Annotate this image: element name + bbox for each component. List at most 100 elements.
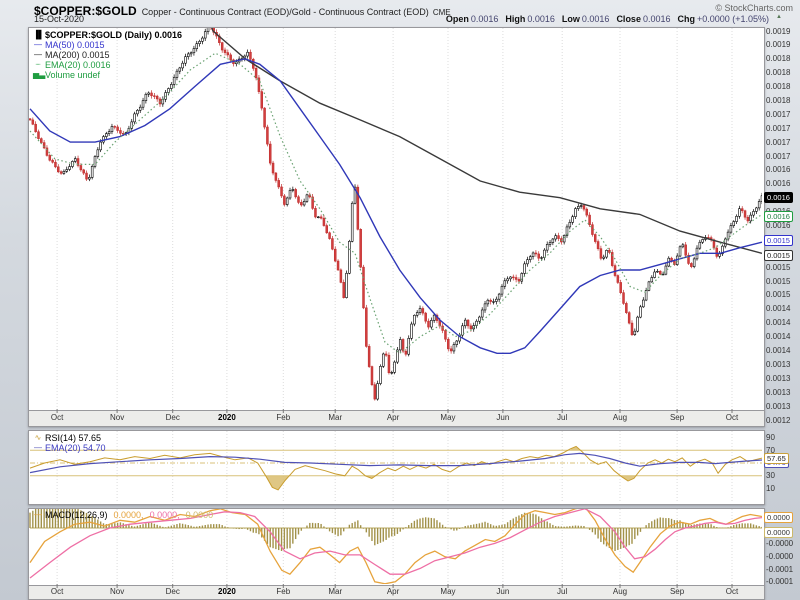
price-axis-label: 0.0019 [766,26,791,36]
stockcharts-chart-page: { "header": { "symbol": "$COPPER:$GOLD",… [0,0,800,600]
price-axis-label: 0.0015 [766,262,791,272]
rsi-axis-label: 10 [766,484,775,494]
change-up-arrow-icon: ▲ [776,14,782,20]
legend-label: EMA(20) 0.0016 [45,60,111,70]
price-axis-label: 0.0018 [766,82,791,92]
rsi-panel [28,430,765,505]
date-axis-label: Aug [612,586,628,596]
price-legend: ▐▌ $COPPER:$GOLD (Daily) 0.0016— MA(50) 0.… [33,30,182,80]
date-axis-label: Apr [386,586,400,596]
quote-value: 0.0016 [581,14,610,24]
macd-axis-label: -0.0000 [766,538,794,548]
date-axis-label: Sep [669,412,685,422]
squiggle-icon: ∿ [34,433,42,442]
legend-label: RSI(14) 57.65 [45,433,102,443]
line-dash-icon: — [34,443,42,452]
chart-date: 15-Oct-2020 [34,14,85,24]
date-axis-label: Oct [50,586,64,596]
date-axis-label: Mar [328,586,343,596]
price-axis-label: 0.0013 [766,359,791,369]
quote-item: Close 0.0016 [616,14,670,24]
rsi-axis-label: 30 [766,471,775,481]
date-axis-label: Jul [557,586,568,596]
price-axis-label: 0.0013 [766,373,791,383]
macd-value: 0.0000, [149,510,180,520]
legend-row: ∿ RSI(14) 57.65 [33,433,106,443]
date-axis-label: Jun [496,412,510,422]
price-axis-label: 0.0013 [766,387,791,397]
axis-value-marker: 0.0000 [764,526,793,538]
legend-row: ┈ EMA(20) 0.0016 [33,60,182,70]
price-axis-label: 0.0018 [766,95,791,105]
quote-label: High [505,14,526,24]
date-axis-label: Nov [109,586,125,596]
date-axis-label: 2020 [218,412,236,422]
date-axis-label: Feb [276,412,291,422]
price-panel [28,27,765,427]
quote-item: Chg +0.0000 (+1.05%) [677,14,769,24]
quote-label: Close [616,14,641,24]
candlestick-icon: ▐▌ [33,30,45,39]
legend-label: MACD(12,26,9) [45,510,108,520]
legend-row: ▅▃ Volume undef [33,70,182,80]
legend-label: Volume undef [45,70,101,80]
price-axis-label: 0.0014 [766,318,791,328]
line-dash-icon: — [34,50,42,59]
legend-row: — MA(200) 0.0015 [33,50,182,60]
date-axis-label: Mar [328,412,343,422]
axis-value-marker: 57.65 [764,453,789,465]
quote-item: Low 0.0016 [562,14,610,24]
date-axis-label: May [440,586,456,596]
quote-item: High 0.0016 [505,14,555,24]
date-axis-label: Dec [165,412,180,422]
price-axis-label: 0.0015 [766,276,791,286]
quote-label: Chg [677,14,695,24]
volume-bars-icon: ▅▃ [33,70,46,79]
legend-row: — EMA(20) 54.70 [33,443,106,453]
quote-value: +0.0000 (+1.05%) [696,14,770,24]
date-axis-label: 2020 [218,586,236,596]
dotted-line-icon: ┈ [35,60,41,69]
price-axis-label: 0.0018 [766,54,791,64]
price-axis-label: 0.0017 [766,109,791,119]
axis-value-marker: 0.0016 [764,211,793,223]
quote-value: 0.0016 [642,14,671,24]
quote-label: Low [561,14,580,24]
price-axis-label: 0.0018 [766,68,791,78]
legend-row: — MA(50) 0.0015 [33,40,182,50]
date-axis-label: Nov [109,412,125,422]
macd-axis-label: -0.0001 [766,577,794,587]
legend-label: MA(200) 0.0015 [45,50,110,60]
price-axis-label: 0.0016 [766,179,791,189]
price-axis-label: 0.0014 [766,304,791,314]
chart-header: $COPPER:$GOLD Copper - Continuous Contrac… [34,2,796,18]
quote-item: Open 0.0016 [446,14,499,24]
price-axis-label: 0.0017 [766,123,791,133]
macd-value: 0.0000 [185,510,214,520]
rsi-axis-label: 90 [766,432,775,442]
quote-value: 0.0016 [527,14,555,24]
price-axis-label: 0.0014 [766,332,791,342]
price-axis-label: 0.0016 [766,165,791,175]
macd-axis-label: -0.0001 [766,564,794,574]
date-axis-label: Oct [50,412,64,422]
price-axis-label: 0.0019 [766,40,791,50]
axis-value-marker: 0.0016 [764,191,793,203]
legend-row: — MACD(12,26,9) 0.0000, 0.0000, 0.0000 [33,510,213,520]
rsi-legend: ∿ RSI(14) 57.65— EMA(20) 54.70 [33,433,106,453]
price-axis-label: 0.0014 [766,346,791,356]
price-axis-label: 0.0013 [766,401,791,411]
axis-value-marker: 0.0015 [764,249,793,261]
macd-value: 0.0000, [113,510,144,520]
price-axis-label: 0.0012 [766,415,791,425]
date-axis-label: Apr [386,412,400,422]
price-axis-label: 0.0017 [766,137,791,147]
axis-value-marker: 0.0000 [764,511,793,523]
macd-axis-label: -0.0000 [766,551,794,561]
legend-label: EMA(20) 54.70 [45,443,106,453]
legend-label: $COPPER:$GOLD (Daily) 0.0016 [45,30,183,40]
date-axis-label: Aug [612,412,628,422]
date-axis-label: Feb [276,586,291,596]
date-axis-label: Oct [725,586,739,596]
price-axis-label: 0.0017 [766,151,791,161]
